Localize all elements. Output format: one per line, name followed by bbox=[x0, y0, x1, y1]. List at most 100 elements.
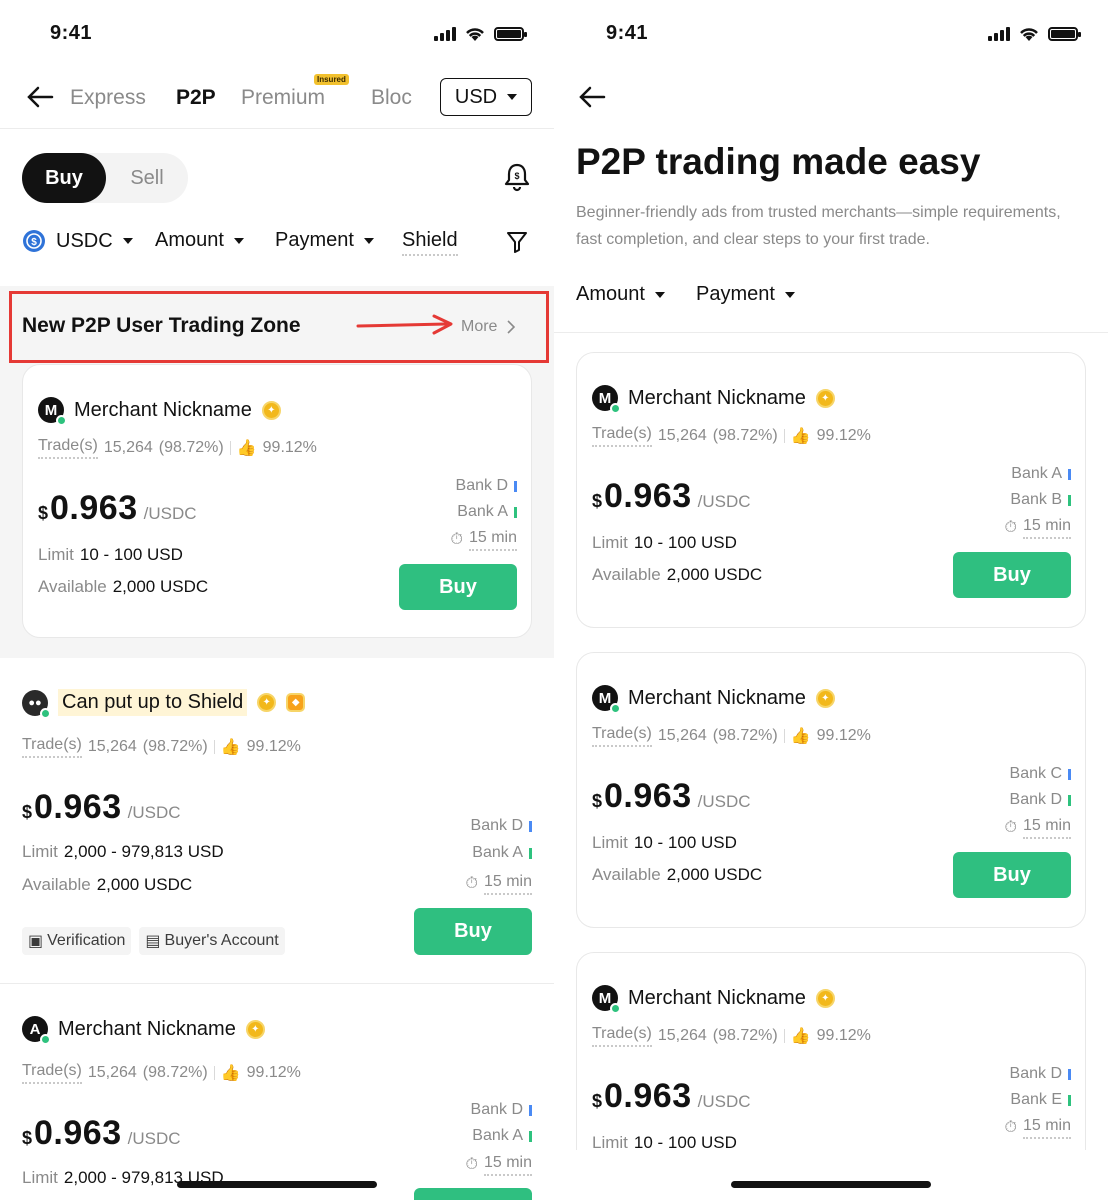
payment-time: ⏱ 15 min bbox=[1004, 817, 1071, 839]
avatar: M bbox=[592, 685, 621, 714]
amount-filter[interactable]: Amount bbox=[155, 229, 244, 252]
available-row: Available 2,000 USDC bbox=[592, 565, 763, 584]
timer-icon: ⏱ bbox=[1004, 819, 1017, 836]
verified-badge-icon: ✦ bbox=[257, 693, 277, 712]
back-arrow-icon[interactable] bbox=[26, 86, 54, 108]
payment-filter[interactable]: Payment bbox=[696, 283, 795, 306]
right-screen: 9:41 P2P trading made easy Beginner-frie… bbox=[554, 0, 1108, 1200]
buy-button-partial[interactable] bbox=[414, 1188, 532, 1200]
zone-title: New P2P User Trading Zone bbox=[22, 314, 301, 337]
buy-button[interactable]: Buy bbox=[414, 908, 532, 955]
status-icons bbox=[988, 26, 1081, 42]
merchant-card: M Merchant Nickname ✦ Trade(s) 15,264 (9… bbox=[576, 952, 1086, 1150]
thumbs-up-icon: 👍 bbox=[790, 728, 811, 745]
merchant-row[interactable]: M Merchant Nickname ✦ bbox=[592, 985, 835, 1014]
merchant-row[interactable]: M Merchant Nickname ✦ bbox=[38, 397, 281, 426]
trade-stats: Trade(s) 15,264 (98.72%) 👍 99.12% bbox=[22, 736, 301, 758]
zone-more-label: More bbox=[461, 318, 498, 335]
verified-badge-icon: ✦ bbox=[815, 988, 835, 1008]
merchant-name: Merchant Nickname bbox=[628, 686, 806, 709]
currency-selector[interactable]: USD bbox=[440, 78, 532, 116]
verified-badge-icon: ✦ bbox=[815, 688, 835, 708]
battery-icon bbox=[494, 27, 527, 41]
usdc-icon: $ bbox=[23, 230, 45, 252]
price-value: 0.963 bbox=[50, 489, 138, 527]
home-indicator bbox=[177, 1181, 377, 1188]
avatar: A bbox=[22, 1016, 51, 1045]
price-unit: /USDC bbox=[143, 504, 197, 523]
tab-p2p[interactable]: P2P bbox=[176, 86, 216, 110]
payment-time: ⏱ 15 min bbox=[1004, 517, 1071, 539]
status-time: 9:41 bbox=[606, 22, 649, 44]
status-icons bbox=[434, 26, 527, 42]
shield-filter[interactable]: Shield bbox=[402, 229, 458, 256]
insured-badge: Insured bbox=[314, 74, 349, 85]
positive-rate: 99.12% bbox=[262, 439, 317, 456]
limit-row: Limit 10 - 100 USD bbox=[592, 833, 737, 852]
amount-filter[interactable]: Amount bbox=[576, 283, 665, 306]
price: $ 0.963 /USDC bbox=[22, 1114, 181, 1152]
trade-stats: Trade(s) 15,264 (98.72%) 👍 99.12% bbox=[592, 1025, 871, 1047]
merchant-name: Merchant Nickname bbox=[58, 1017, 236, 1040]
bank-method-1: Bank A bbox=[1011, 465, 1071, 483]
merchant-name: Merchant Nickname bbox=[628, 986, 806, 1009]
page-subtitle: Beginner-friendly ads from trusted merch… bbox=[576, 204, 1061, 248]
payment-filter[interactable]: Payment bbox=[275, 229, 374, 252]
merchant-row[interactable]: M Merchant Nickname ✦ bbox=[592, 685, 835, 714]
funnel-icon[interactable] bbox=[506, 230, 528, 254]
bank-method-2: Bank B bbox=[1010, 491, 1071, 509]
thumbs-up-icon: 👍 bbox=[220, 1065, 241, 1082]
card-divider bbox=[0, 983, 554, 984]
trade-stats: Trade(s) 15,264 (98.72%) 👍 99.12% bbox=[592, 725, 871, 747]
account-icon: ▤ bbox=[145, 933, 161, 950]
amount-filter-label: Amount bbox=[576, 283, 645, 305]
verified-badge-icon: ✦ bbox=[815, 388, 835, 408]
nav-divider bbox=[0, 128, 554, 129]
bank-method-1: Bank D bbox=[471, 1101, 532, 1119]
payment-time: ⏱ 15 min bbox=[465, 1154, 532, 1176]
sell-toggle[interactable]: Sell bbox=[106, 167, 188, 190]
timer-icon: ⏱ bbox=[465, 875, 478, 892]
filter-divider bbox=[554, 332, 1108, 333]
caret-down-icon bbox=[507, 94, 518, 100]
coin-filter[interactable]: $ USDC bbox=[22, 229, 133, 253]
tab-express[interactable]: Express bbox=[70, 86, 146, 110]
battery-icon bbox=[1048, 27, 1081, 41]
trade-stats: Trade(s) 15,264 (98.72%) 👍 99.12% bbox=[592, 425, 871, 447]
buy-button[interactable]: Buy bbox=[953, 852, 1071, 898]
buy-toggle[interactable]: Buy bbox=[22, 153, 106, 203]
currency-label: USD bbox=[454, 85, 498, 108]
shield-merchant-row[interactable]: ●● Can put up to Shield ✦ ◆ bbox=[22, 689, 306, 719]
tab-premium[interactable]: Premium bbox=[241, 86, 325, 110]
page-title: P2P trading made easy bbox=[576, 141, 981, 182]
bank-method-1: Bank C bbox=[1010, 765, 1071, 783]
timer-icon: ⏱ bbox=[1004, 519, 1017, 536]
bank-method-2: Bank D bbox=[1010, 791, 1071, 809]
limit-row: Limit 10 - 100 USD bbox=[38, 545, 183, 564]
buy-button[interactable]: Buy bbox=[399, 564, 517, 610]
zone-merchant-card: M Merchant Nickname ✦ Trade(s) 15,264 (9… bbox=[22, 364, 532, 638]
available-row: Available 2,000 USDC bbox=[22, 875, 193, 894]
merchant-row[interactable]: A Merchant Nickname ✦ bbox=[22, 1016, 265, 1045]
timer-icon: ⏱ bbox=[1004, 1119, 1017, 1136]
bell-icon[interactable]: $ bbox=[503, 162, 531, 192]
caret-down-icon bbox=[233, 237, 244, 244]
completion-rate: (98.72%) bbox=[158, 439, 224, 456]
available-row: Available 2,000 USDC bbox=[38, 577, 209, 596]
payment-time: ⏱ 15 min bbox=[450, 529, 517, 551]
thumbs-up-icon: 👍 bbox=[790, 1028, 811, 1045]
buy-button[interactable]: Buy bbox=[953, 552, 1071, 598]
merchant-row[interactable]: M Merchant Nickname ✦ bbox=[592, 385, 835, 414]
amount-filter-label: Amount bbox=[155, 229, 224, 251]
merchant-card: M Merchant Nickname ✦ Trade(s) 15,264 (9… bbox=[576, 652, 1086, 928]
zone-more-link[interactable]: More bbox=[461, 318, 516, 336]
back-arrow-icon[interactable] bbox=[578, 86, 606, 108]
pointer-arrow-icon bbox=[356, 314, 453, 335]
caret-down-icon bbox=[122, 238, 133, 244]
caret-down-icon bbox=[784, 291, 795, 298]
avatar: ●● bbox=[22, 689, 51, 719]
left-screen: 9:41 Express P2P Premium Insured Bloc US… bbox=[0, 0, 554, 1200]
tab-bloc[interactable]: Bloc bbox=[371, 86, 413, 110]
verified-badge-icon: ✦ bbox=[261, 400, 281, 420]
limit-row: Limit 10 - 100 USD bbox=[592, 1133, 737, 1150]
